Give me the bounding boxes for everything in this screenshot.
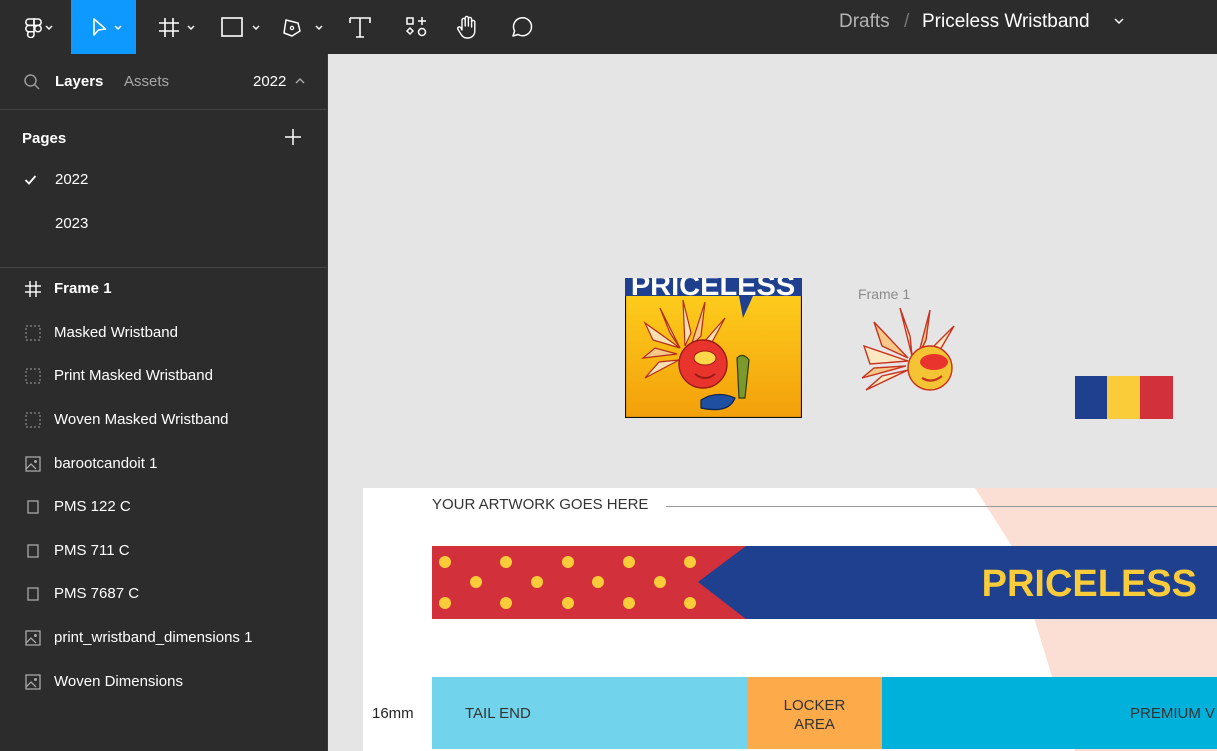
search-icon[interactable] xyxy=(23,73,41,91)
layer-print-wristband-dimensions-1[interactable]: print_wristband_dimensions 1 xyxy=(0,618,327,658)
frame-hash-icon xyxy=(159,18,195,37)
tab-layers[interactable]: Layers xyxy=(55,73,103,90)
wristband-artwork[interactable]: PRICELESS xyxy=(432,546,1217,619)
segment-tail-end[interactable]: TAIL END xyxy=(432,677,747,749)
locker-label-line1: LOCKER xyxy=(783,697,846,714)
segment-locker-area[interactable]: LOCKER AREA xyxy=(747,677,882,749)
shape-tool[interactable] xyxy=(212,0,268,54)
artwork-guide-line xyxy=(666,506,1217,507)
layer-woven-masked-wristband[interactable]: Woven Masked Wristband xyxy=(0,400,327,440)
resources-tool[interactable] xyxy=(398,0,434,54)
pen-tool[interactable] xyxy=(276,0,332,54)
resources-components-icon xyxy=(405,17,427,37)
file-menu-chevron-icon[interactable] xyxy=(1113,15,1125,27)
image-icon xyxy=(25,456,41,472)
layer-label: Masked Wristband xyxy=(54,324,178,341)
layer-pms-711-c[interactable]: PMS 711 C xyxy=(0,531,327,571)
rectangle-shape-icon xyxy=(221,17,260,37)
hand-icon xyxy=(457,15,476,39)
hand-tool[interactable] xyxy=(450,0,486,54)
layer-label: PMS 7687 C xyxy=(54,585,140,602)
mask-icon xyxy=(25,368,41,384)
swatch-pms-711-c[interactable] xyxy=(1140,376,1173,419)
layer-masked-wristband[interactable]: Masked Wristband xyxy=(0,313,327,353)
left-sidebar: Layers Assets 2022 Pages 2022 2023 Frame… xyxy=(0,54,328,751)
layer-label: Print Masked Wristband xyxy=(54,367,213,384)
layer-woven-dimensions[interactable]: Woven Dimensions xyxy=(0,662,327,702)
image-icon xyxy=(25,674,41,690)
rectangle-icon xyxy=(27,587,39,601)
layer-label: print_wristband_dimensions 1 xyxy=(54,629,253,646)
file-name[interactable]: Priceless Wristband xyxy=(922,0,1090,44)
chevron-up-icon[interactable] xyxy=(295,77,305,85)
frame-1-mascot-icon[interactable] xyxy=(860,306,960,394)
pen-nib-icon xyxy=(283,19,323,37)
rectangle-icon xyxy=(27,500,39,514)
page-item-label: 2022 xyxy=(55,171,89,188)
move-tool[interactable] xyxy=(71,0,136,54)
page-selector[interactable]: 2022 xyxy=(253,73,286,90)
canvas[interactable]: PRICELESS Frame 1 YOUR ARTWORK GOES HERE… xyxy=(328,54,1217,751)
swatch-pms-7687-c[interactable] xyxy=(1075,376,1107,419)
swatch-pms-122-c[interactable] xyxy=(1107,376,1140,419)
comment-tool[interactable] xyxy=(504,0,540,54)
sidebar-divider xyxy=(0,267,327,268)
tab-assets[interactable]: Assets xyxy=(124,73,169,90)
figma-logo-icon xyxy=(24,18,53,38)
layer-frame-1[interactable]: Frame 1 xyxy=(0,269,327,309)
comment-bubble-icon xyxy=(512,17,533,37)
rectangle-icon xyxy=(27,544,39,558)
frame-icon xyxy=(25,281,41,297)
locker-label-line2: AREA xyxy=(794,716,835,733)
breadcrumb-drafts[interactable]: Drafts xyxy=(839,0,890,44)
segment-premium[interactable]: PREMIUM V xyxy=(882,677,1217,749)
checkmark-icon xyxy=(24,175,37,185)
layer-label: PMS 711 C xyxy=(54,542,130,559)
page-item-2023[interactable]: 2023 xyxy=(0,204,327,244)
cursor-arrow-icon xyxy=(92,18,122,36)
page-item-2022[interactable]: 2022 xyxy=(0,160,327,200)
mask-icon xyxy=(25,412,41,428)
frame-tool[interactable] xyxy=(146,0,206,54)
text-t-icon xyxy=(349,17,371,38)
image-icon xyxy=(25,630,41,646)
layer-label: Woven Masked Wristband xyxy=(54,411,229,428)
add-page-plus-icon[interactable] xyxy=(284,128,302,146)
page-item-label: 2023 xyxy=(55,215,89,232)
artwork-label: YOUR ARTWORK GOES HERE xyxy=(432,496,649,513)
layer-label: PMS 122 C xyxy=(54,498,131,515)
toolbar: Drafts / Priceless Wristband xyxy=(0,0,1217,54)
dimension-label: 16mm xyxy=(372,705,414,722)
priceless-logo-text: PRICELESS xyxy=(631,278,795,302)
layer-barootcandoit-1[interactable]: barootcandoit 1 xyxy=(0,444,327,484)
frame-1-label[interactable]: Frame 1 xyxy=(858,286,910,302)
premium-label: PREMIUM V xyxy=(1130,705,1216,722)
text-tool[interactable] xyxy=(340,0,380,54)
layer-label: Woven Dimensions xyxy=(54,673,183,690)
wristband-priceless-text: PRICELESS xyxy=(982,563,1197,605)
layer-label: Frame 1 xyxy=(54,280,112,297)
pages-title: Pages xyxy=(22,130,67,147)
layer-print-masked-wristband[interactable]: Print Masked Wristband xyxy=(0,356,327,396)
figma-main-menu[interactable] xyxy=(0,0,71,54)
mask-icon xyxy=(25,325,41,341)
print-wristband-dimensions-frame[interactable]: YOUR ARTWORK GOES HERE PRICELESS 16mm TA… xyxy=(363,488,1217,751)
layer-label: barootcandoit 1 xyxy=(54,455,158,472)
priceless-mascot-artwork[interactable]: PRICELESS xyxy=(625,278,802,418)
tail-end-label: TAIL END xyxy=(465,705,531,722)
sidebar-divider xyxy=(0,109,327,110)
breadcrumb-separator: / xyxy=(904,11,910,32)
layer-pms-122-c[interactable]: PMS 122 C xyxy=(0,487,327,527)
layer-pms-7687-c[interactable]: PMS 7687 C xyxy=(0,574,327,614)
